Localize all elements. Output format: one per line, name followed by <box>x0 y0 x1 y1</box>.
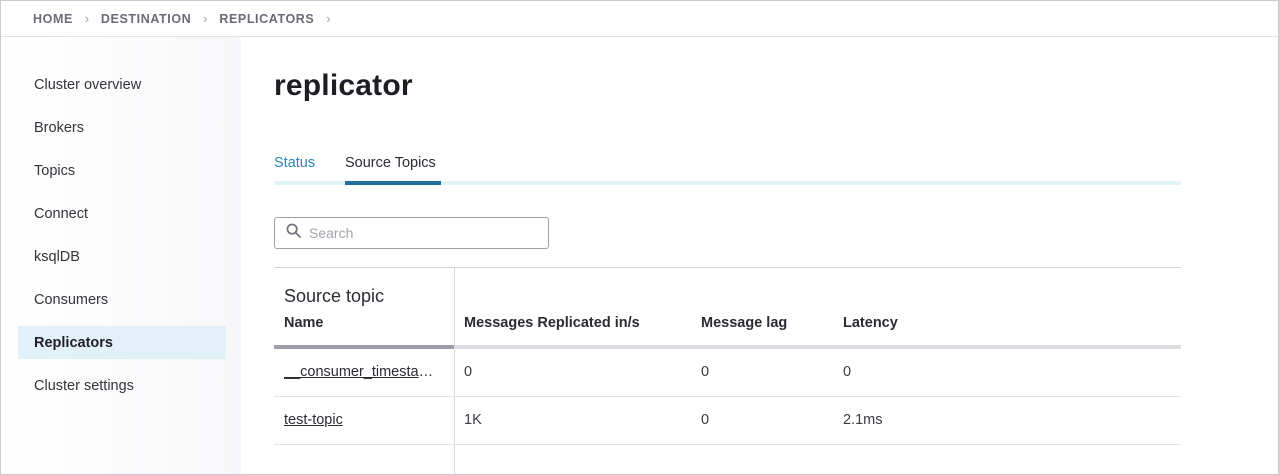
column-header-messages-replicated[interactable]: Messages Replicated in/s <box>464 315 640 331</box>
search-icon <box>286 223 301 243</box>
search-input[interactable] <box>309 225 529 241</box>
chevron-right-icon: › <box>326 11 331 26</box>
sidebar-item-cluster-overview[interactable]: Cluster overview <box>18 68 226 101</box>
column-header-message-lag[interactable]: Message lag <box>701 315 787 331</box>
topic-link-test-topic[interactable]: test-topic <box>284 412 444 428</box>
column-header-name[interactable]: Name <box>284 315 324 331</box>
sidebar-item-replicators[interactable]: Replicators <box>18 326 226 359</box>
cell-lag: 0 <box>701 412 710 428</box>
table-top-border <box>274 267 1181 268</box>
sidebar-item-ksqldb[interactable]: ksqlDB <box>18 240 226 273</box>
topic-link-consumer-timestamps[interactable]: __consumer_timestamps <box>284 364 444 380</box>
search-box[interactable] <box>274 217 549 249</box>
row-divider <box>274 444 1181 445</box>
sidebar-item-consumers[interactable]: Consumers <box>18 283 226 316</box>
sidebar-item-cluster-settings[interactable]: Cluster settings <box>18 369 226 402</box>
group-header-source-topic: Source topic <box>284 286 385 306</box>
chevron-right-icon: › <box>84 11 90 26</box>
breadcrumb-destination[interactable]: DESTINATION <box>101 12 191 26</box>
app-window: HOME › DESTINATION › REPLICATORS › Clust… <box>0 0 1279 475</box>
breadcrumb: HOME › DESTINATION › REPLICATORS › <box>1 1 1278 37</box>
tab-status[interactable]: Status <box>274 155 315 185</box>
sidebar-item-topics[interactable]: Topics <box>18 154 226 187</box>
source-topics-table: Source topic Name Messages Replicated in… <box>274 267 1181 474</box>
chevron-right-icon: › <box>203 11 208 26</box>
active-tab-indicator <box>345 181 441 185</box>
cell-latency: 2.1ms <box>843 412 883 428</box>
page-title: replicator <box>274 69 413 102</box>
cell-replicated: 1K <box>464 412 482 428</box>
sidebar-item-connect[interactable]: Connect <box>18 197 226 230</box>
sidebar-item-brokers[interactable]: Brokers <box>18 111 226 144</box>
column-header-latency[interactable]: Latency <box>843 315 898 331</box>
sidebar: Cluster overview Brokers Topics Connect … <box>1 37 241 474</box>
cell-replicated: 0 <box>464 364 473 380</box>
cell-lag: 0 <box>701 364 710 380</box>
breadcrumb-home[interactable]: HOME <box>33 12 73 26</box>
breadcrumb-replicators[interactable]: REPLICATORS <box>219 12 314 26</box>
cell-latency: 0 <box>843 364 852 380</box>
header-rule-name-column <box>274 345 454 349</box>
tab-bar: Status Source Topics <box>274 147 1181 185</box>
row-divider <box>274 396 1181 397</box>
